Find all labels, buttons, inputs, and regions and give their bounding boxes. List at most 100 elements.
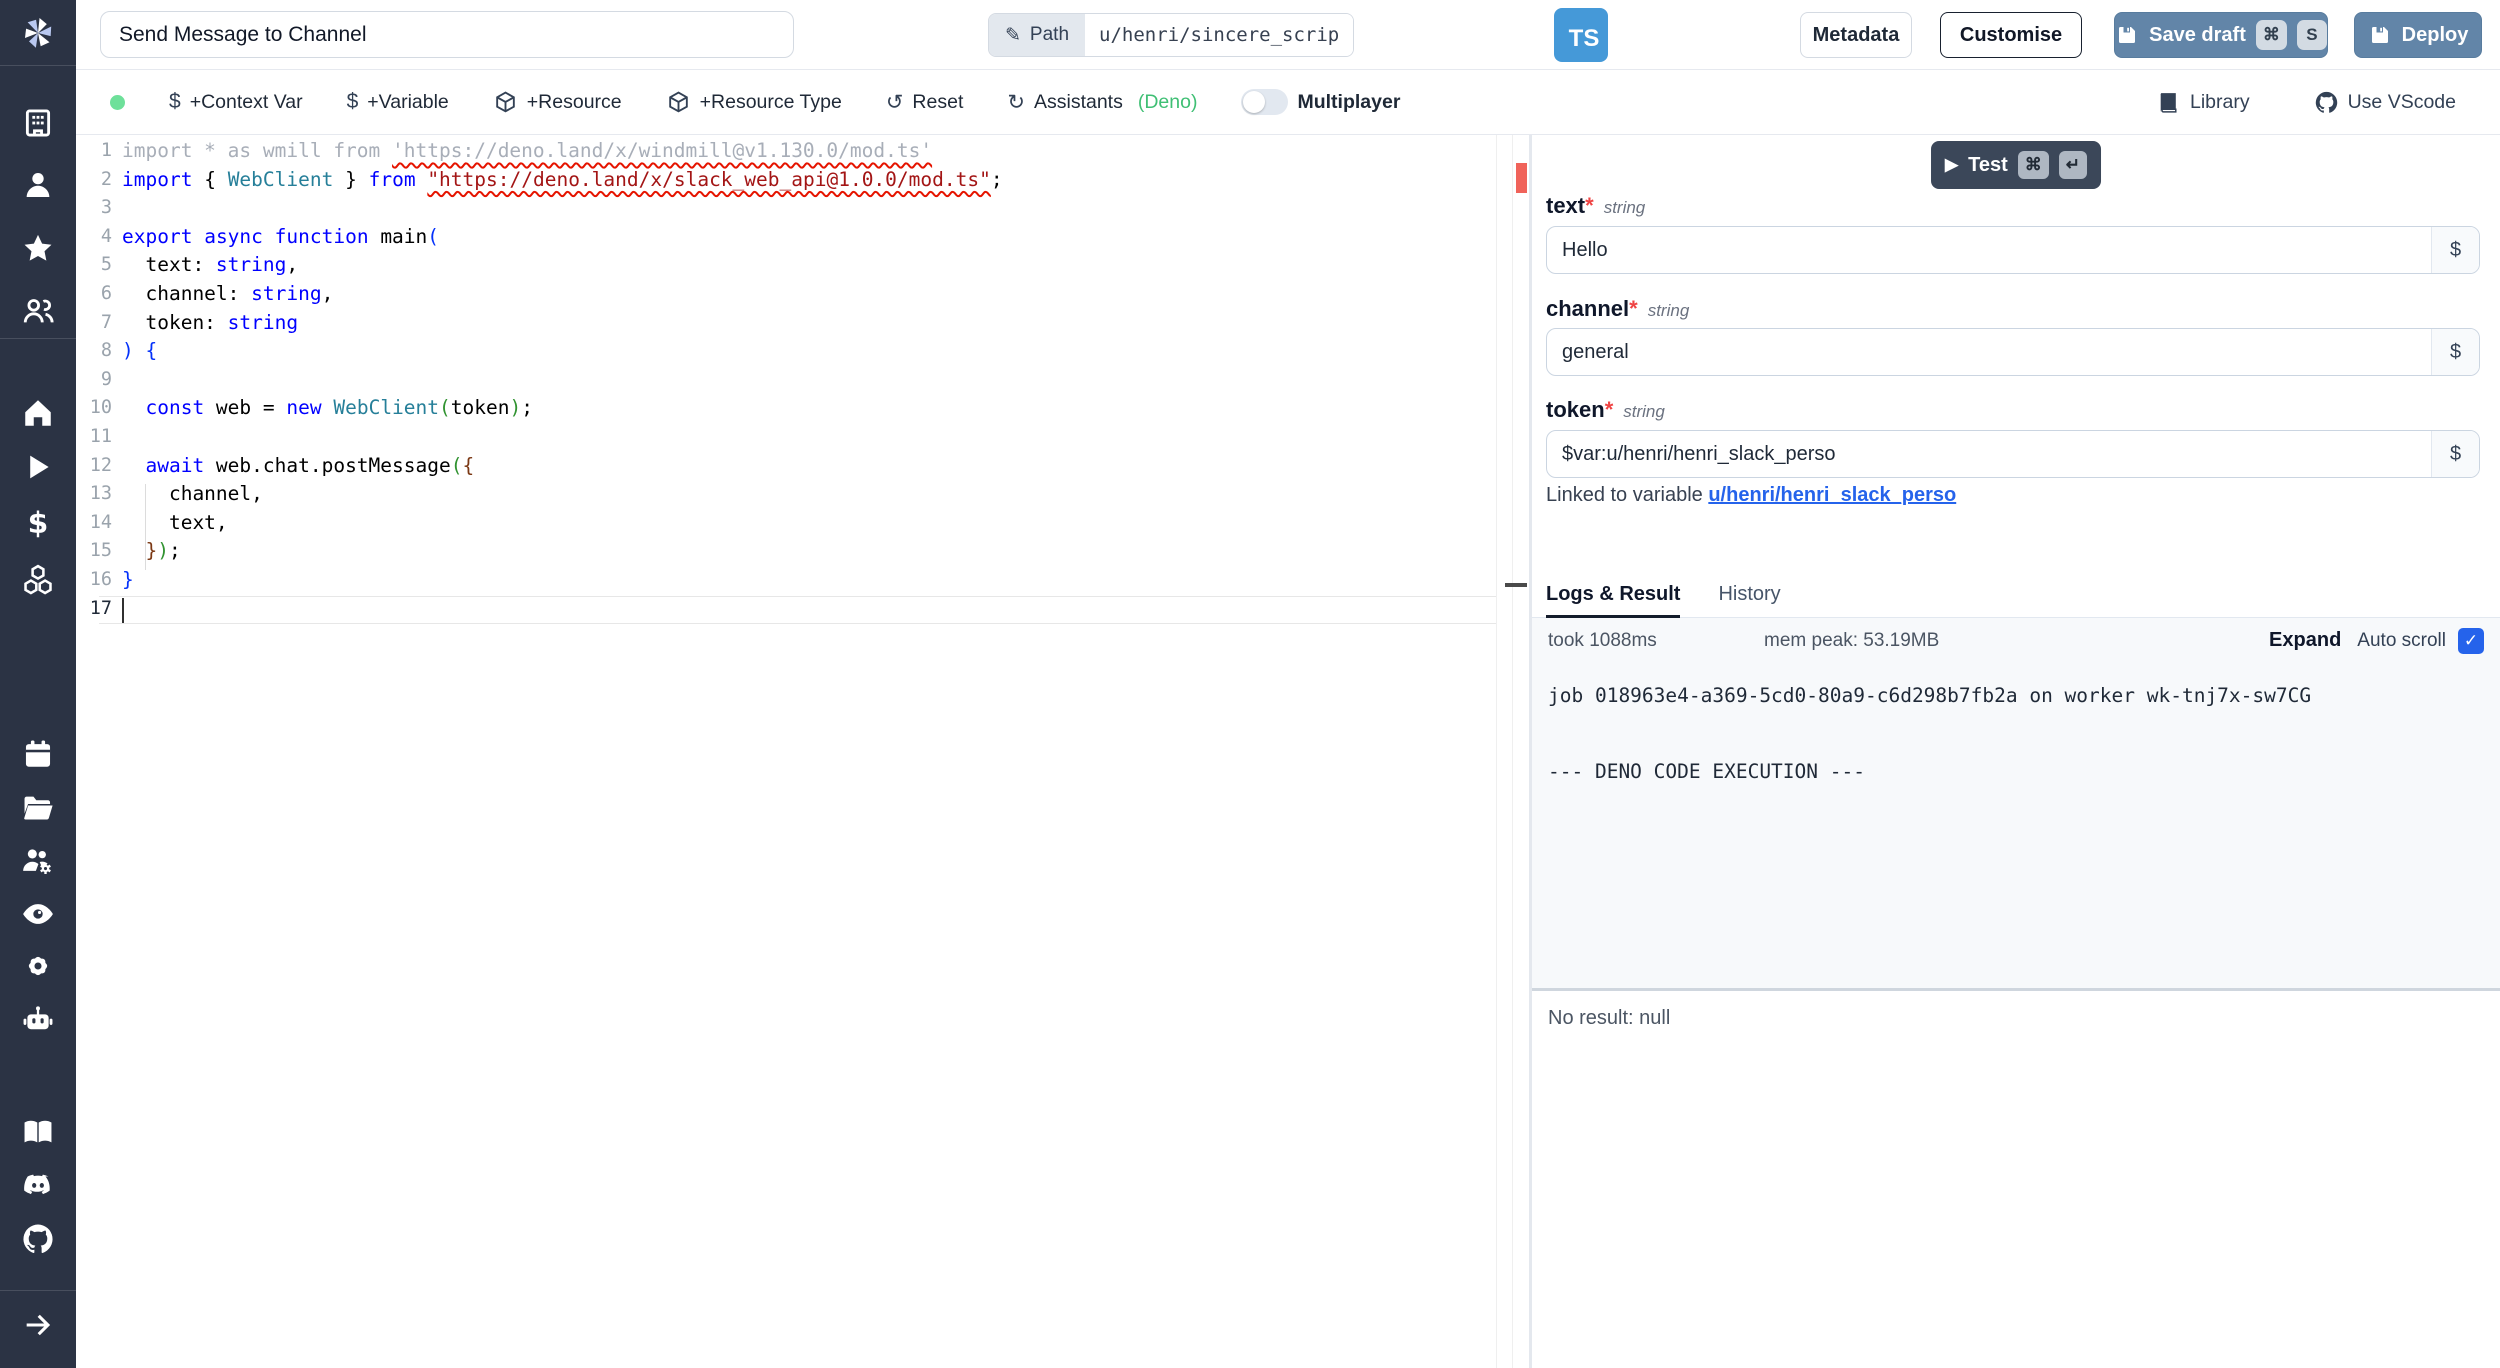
code-line-7[interactable]: 7 token: string	[76, 310, 1496, 339]
use-vscode-button[interactable]: Use VScode	[2314, 90, 2456, 115]
play-icon[interactable]	[19, 448, 57, 486]
windmill-logo	[15, 10, 61, 56]
insert-variable-button[interactable]: $	[2431, 329, 2479, 375]
editor-toolbar: $ +Context Var $ +Variable +Resource +Re…	[76, 70, 2500, 135]
status-dot	[110, 95, 125, 110]
overview-ruler-border	[1496, 135, 1497, 1368]
tab-logs-result[interactable]: Logs & Result	[1546, 575, 1680, 618]
line-number: 16	[76, 569, 112, 590]
add-resource-button[interactable]: +Resource	[493, 90, 622, 115]
line-number: 14	[76, 512, 112, 533]
rotate-ccw-icon: ↺	[886, 90, 904, 115]
code-line-2[interactable]: 2import { WebClient } from "https://deno…	[76, 167, 1496, 196]
code-line-8[interactable]: 8) {	[76, 338, 1496, 367]
refresh-icon: ↻	[1007, 90, 1025, 115]
calendar-icon[interactable]	[19, 735, 57, 773]
add-variable-button[interactable]: $ +Variable	[347, 90, 449, 114]
code-line-16[interactable]: 16}	[76, 567, 1496, 596]
path-button[interactable]: ✎ Path	[989, 14, 1085, 56]
preview-panel: ▶ Test ⌘ ↵ text*string $ channel*string …	[1532, 135, 2500, 1368]
eye-icon[interactable]	[19, 895, 57, 933]
folder-open-icon[interactable]	[19, 789, 57, 827]
arrow-right-icon[interactable]	[19, 1306, 57, 1344]
multiplayer-toggle-group: Multiplayer	[1241, 89, 1400, 115]
logs-result-splitter[interactable]	[1532, 988, 2500, 991]
line-number: 17	[76, 598, 112, 619]
line-number: 1	[76, 140, 112, 161]
text-cursor	[122, 598, 124, 623]
linked-variable-link[interactable]: u/henri/henri_slack_perso	[1708, 484, 1956, 506]
code-line-15[interactable]: 15 });	[76, 538, 1496, 567]
package-icon	[493, 90, 518, 115]
user-icon[interactable]	[19, 166, 57, 204]
home-icon[interactable]	[19, 394, 57, 432]
pencil-icon: ✎	[1005, 24, 1021, 47]
sidebar-divider	[0, 338, 76, 339]
line-number: 8	[76, 340, 112, 361]
add-resource-type-button[interactable]: +Resource Type	[666, 90, 842, 115]
insert-variable-button[interactable]: $	[2431, 431, 2479, 477]
robot-icon[interactable]	[19, 1001, 57, 1039]
code-line-10[interactable]: 10 const web = new WebClient(token);	[76, 395, 1496, 424]
overview-ruler-border	[1512, 135, 1513, 1368]
code-line-17[interactable]: 17	[76, 596, 1496, 625]
code-line-9[interactable]: 9	[76, 367, 1496, 396]
code-line-3[interactable]: 3	[76, 195, 1496, 224]
discord-icon[interactable]	[19, 1166, 57, 1204]
code-line-14[interactable]: 14 text,	[76, 510, 1496, 539]
code-line-1[interactable]: 1import * as wmill from 'https://deno.la…	[76, 138, 1496, 167]
reset-button[interactable]: ↺ Reset	[886, 90, 964, 115]
tab-history[interactable]: History	[1718, 575, 1780, 617]
code-line-11[interactable]: 11	[76, 424, 1496, 453]
line-number: 3	[76, 197, 112, 218]
cmd-key-badge: ⌘	[2256, 20, 2287, 50]
test-button[interactable]: ▶ Test ⌘ ↵	[1931, 141, 2101, 189]
linked-variable-note: Linked to variable u/henri/henri_slack_p…	[1546, 484, 1956, 507]
customise-button[interactable]: Customise	[1940, 12, 2082, 58]
users-icon[interactable]	[19, 292, 57, 330]
star-icon[interactable]	[19, 230, 57, 268]
metadata-button[interactable]: Metadata	[1800, 12, 1912, 58]
token-field-input[interactable]	[1546, 430, 2480, 478]
code-text: token: string	[122, 311, 298, 334]
users-gear-icon[interactable]	[19, 842, 57, 880]
gear-icon[interactable]	[19, 947, 57, 985]
code-text: const web = new WebClient(token);	[122, 396, 533, 419]
book-open-icon[interactable]	[19, 1113, 57, 1151]
code-text: export async function main(	[122, 225, 439, 248]
assistants-button[interactable]: ↻ Assistants (Deno)	[1007, 90, 1197, 115]
cmd-key-badge: ⌘	[2018, 151, 2049, 179]
insert-variable-button[interactable]: $	[2431, 227, 2479, 273]
code-line-4[interactable]: 4export async function main(	[76, 224, 1496, 253]
expand-button[interactable]: Expand	[2269, 629, 2341, 652]
autoscroll-label: Auto scroll	[2357, 630, 2446, 652]
building-icon[interactable]	[19, 104, 57, 142]
required-marker: *	[1605, 397, 1614, 422]
sidebar: $	[0, 0, 76, 1368]
script-summary-input[interactable]	[100, 11, 794, 58]
error-marker	[1516, 163, 1527, 193]
play-icon: ▶	[1945, 155, 1958, 175]
code-editor[interactable]: 1import * as wmill from 'https://deno.la…	[76, 135, 1529, 1368]
code-line-6[interactable]: 6 channel: string,	[76, 281, 1496, 310]
code-line-12[interactable]: 12 await web.chat.postMessage({	[76, 453, 1496, 482]
path-button-label: Path	[1030, 24, 1069, 46]
text-field-input[interactable]	[1546, 226, 2480, 274]
code-line-13[interactable]: 13 channel,	[76, 481, 1496, 510]
autoscroll-checkbox[interactable]: ✓	[2458, 628, 2484, 654]
script-path-input[interactable]	[1085, 14, 1353, 56]
add-context-var-button[interactable]: $ +Context Var	[169, 90, 303, 114]
code-text: channel,	[122, 482, 263, 505]
save-draft-button[interactable]: Save draft ⌘ S	[2114, 12, 2328, 58]
path-group: ✎ Path	[988, 13, 1354, 57]
dollar-icon[interactable]: $	[19, 504, 57, 542]
multiplayer-toggle[interactable]	[1241, 89, 1288, 115]
code-line-5[interactable]: 5 text: string,	[76, 252, 1496, 281]
code-text: await web.chat.postMessage({	[122, 454, 474, 477]
library-button[interactable]: Library	[2156, 90, 2250, 115]
channel-field-input[interactable]	[1546, 328, 2480, 376]
dollar-icon: $	[169, 90, 181, 114]
deploy-button[interactable]: Deploy	[2354, 12, 2482, 58]
github-icon[interactable]	[19, 1220, 57, 1258]
boxes-icon[interactable]	[19, 561, 57, 599]
